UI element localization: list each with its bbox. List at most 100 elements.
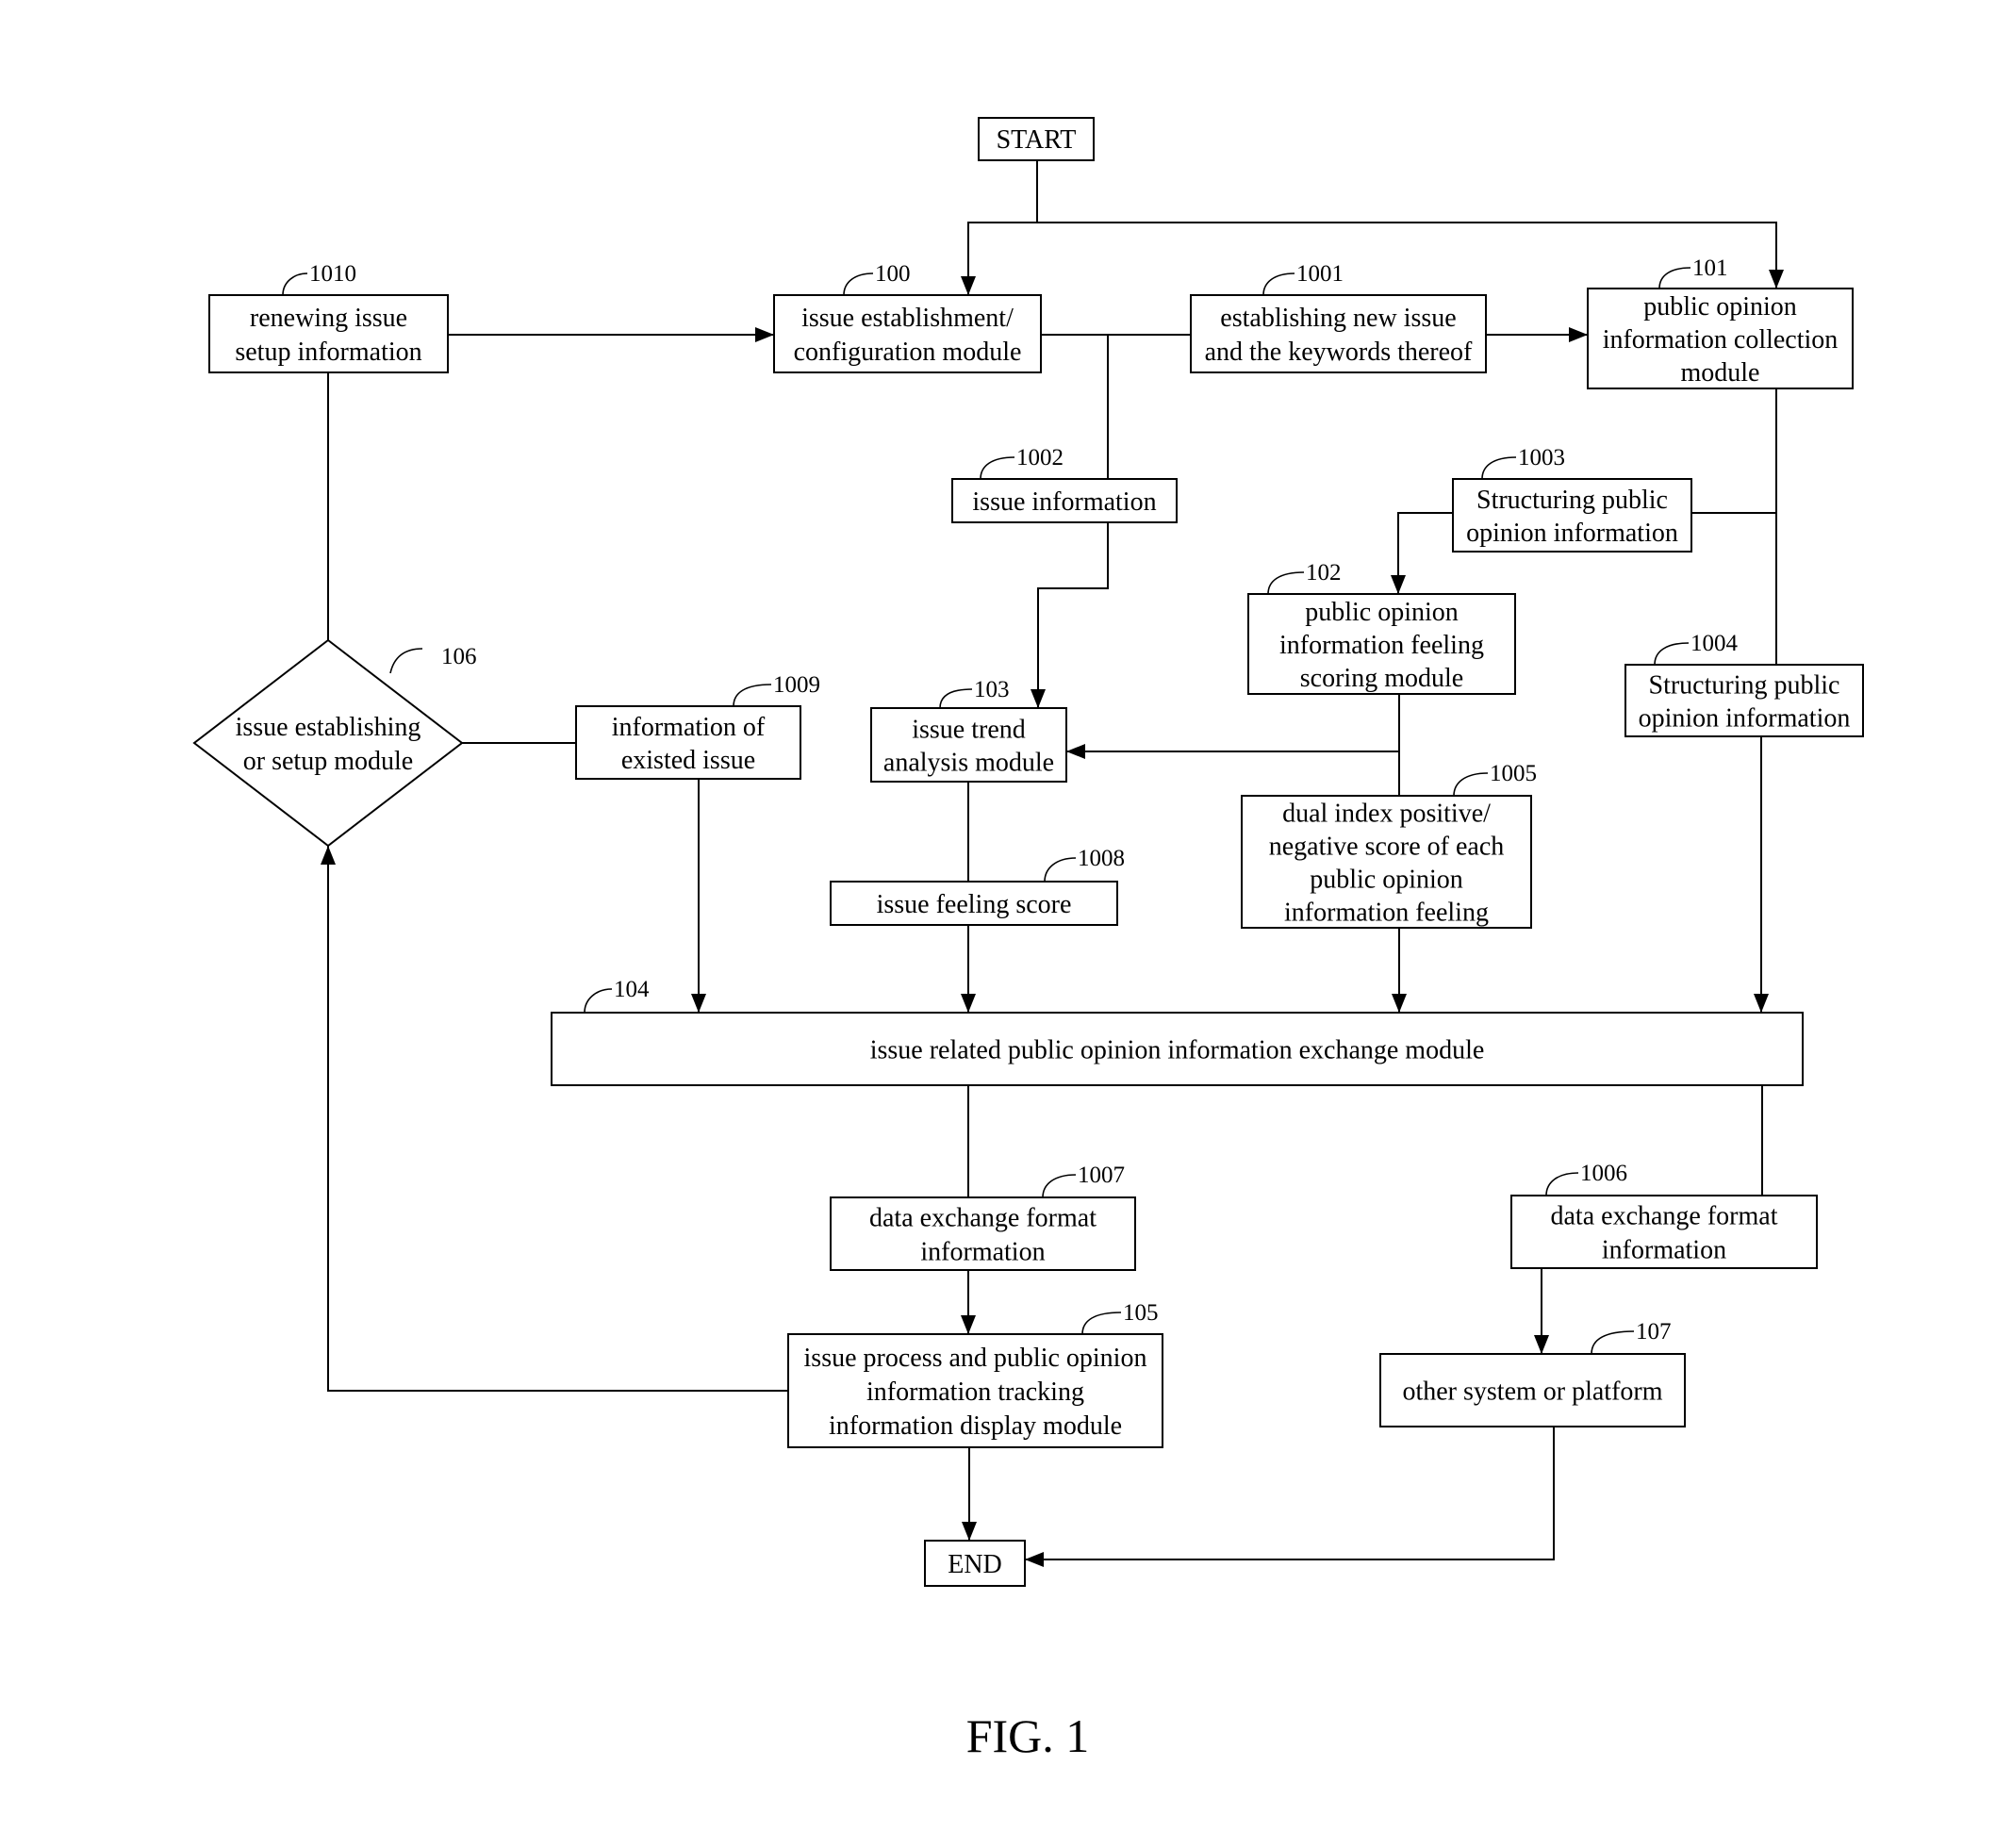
node-1008: issue feeling score1008 [830,846,1125,926]
reference-number: 100 [875,261,911,287]
reference-number: 107 [1636,1319,1672,1345]
node-text-line: public opinion [1310,866,1463,895]
edge-start-to-101 [1037,222,1784,289]
node-102: public opinion information feeling scoring… [1247,560,1516,695]
node-text-line: opinion information [1639,704,1851,734]
reference-number: 1006 [1580,1161,1627,1186]
node-1010: renewing issue setup information 1010 [208,261,449,373]
node-text-line: renewing issue [250,304,407,333]
reference-leader-line [282,272,308,296]
node-100: issue establishment/configuration module… [773,261,1042,373]
reference-number: 103 [974,677,1010,702]
node-text-line: data exchange format [869,1204,1097,1233]
node-text-line: analysis module [883,749,1054,778]
node-text-line: public opinion [1643,292,1797,322]
end-label: END [948,1550,1002,1579]
reference-number: 1003 [1518,445,1565,470]
reference-number: 101 [1692,256,1728,281]
reference-leader-line [843,272,874,296]
node-106-decision: issue establishing or setup module 106 [192,638,477,848]
node-text-line: Structuring public [1649,671,1840,701]
reference-number: 1004 [1690,631,1739,656]
reference-leader-line [733,684,772,707]
node-text-line: other system or platform [1402,1378,1662,1407]
reference-leader-line [1081,1312,1122,1335]
start-label: START [997,125,1077,155]
edge-start-to-100 [961,160,1038,295]
end-terminal: END [924,1540,1026,1587]
edge-105-to-106 [321,846,788,1392]
reference-leader-line [1267,571,1305,595]
node-text-line: public opinion [1305,598,1459,627]
node-text-line: issue establishing [236,713,421,742]
node-text-line: establishing new issue [1220,304,1456,333]
flowchart: START END renewing issue setup informatio… [192,117,1864,1762]
node-text-line: information [1602,1236,1726,1265]
reference-number: 102 [1306,560,1342,586]
node-text-line: information collection [1603,325,1839,355]
node-text-line: information [920,1238,1045,1267]
node-text-line: scoring module [1300,664,1463,693]
node-text-line: issue related public opinion information… [870,1036,1485,1065]
node-text-line: information feeling [1279,631,1484,660]
node-text-line: existed issue [621,746,755,775]
reference-leader-line [1654,642,1690,666]
reference-leader-line [1481,456,1517,480]
reference-leader-line [1545,1172,1579,1196]
reference-leader-line [1044,857,1077,883]
node-1004: Structuring publicopinion information 100… [1624,631,1864,737]
node-text-line: and the keywords thereof [1205,338,1473,367]
node-text-line: or setup module [243,747,413,776]
node-105: issue process and public opinion informat… [787,1300,1163,1448]
node-1001: establishing new issue and the keywords t… [1190,261,1487,373]
node-text-line: Structuring public [1476,486,1668,515]
start-terminal: START [978,117,1095,161]
node-text-line: issue establishment/ [801,304,1014,333]
node-text-line: data exchange format [1551,1202,1778,1231]
reference-number: 1009 [773,672,820,698]
node-text-line: information tracking [866,1378,1084,1407]
node-text-line: issue feeling score [877,890,1072,919]
node-text-line: information feeling [1284,899,1489,928]
node-101: public opinioninformation collectionmodu… [1587,256,1854,389]
reference-leader-line [389,648,423,674]
node-1003: Structuring public opinion information 100… [1452,445,1692,553]
node-text-line: opinion information [1466,519,1678,548]
reference-number: 106 [441,644,477,669]
reference-leader-line [1658,267,1691,289]
node-text-line: configuration module [794,338,1022,367]
node-1002: issue information 1002 [951,445,1178,523]
node-1009: information of existed issue 1009 [575,672,820,780]
node-104: issue related public opinion information… [551,977,1804,1086]
reference-number: 1010 [309,261,356,287]
edge-1003-to-102 [1391,512,1453,594]
node-text-line: setup information [235,338,421,367]
node-text-line: dual index positive/ [1282,800,1491,829]
reference-leader-line [1042,1174,1077,1198]
reference-number: 1005 [1490,761,1537,786]
node-text-line: module [1681,358,1760,388]
reference-number: 1002 [1016,445,1064,470]
node-text-line: negative score of each [1269,833,1505,862]
reference-leader-line [584,988,613,1014]
reference-leader-line [1453,772,1489,797]
node-text-line: issue process and public opinion [804,1344,1147,1373]
reference-number: 1007 [1078,1163,1125,1188]
reference-leader-line [1262,272,1295,296]
decision-diamond [192,638,464,848]
node-text-line: issue trend [912,716,1026,745]
nodes: renewing issue setup information 1010 issue… [192,256,1864,1448]
reference-number: 1001 [1296,261,1344,287]
node-text-line: issue information [972,487,1156,517]
reference-number: 104 [614,977,650,1002]
node-107: other system or platform 107 [1379,1319,1686,1427]
node-103: issue trend analysis module 103 [870,677,1067,783]
node-1007: data exchange format information 1007 [830,1163,1136,1271]
reference-number: 1008 [1078,846,1125,871]
node-text-line: information display module [829,1411,1122,1441]
reference-number: 105 [1123,1300,1159,1326]
node-1006: data exchange format information 1006 [1510,1161,1818,1269]
figure-label: FIG. 1 [966,1709,1090,1762]
node-text-line: information of [612,713,766,742]
edge-1002-to-103 [1031,522,1109,708]
